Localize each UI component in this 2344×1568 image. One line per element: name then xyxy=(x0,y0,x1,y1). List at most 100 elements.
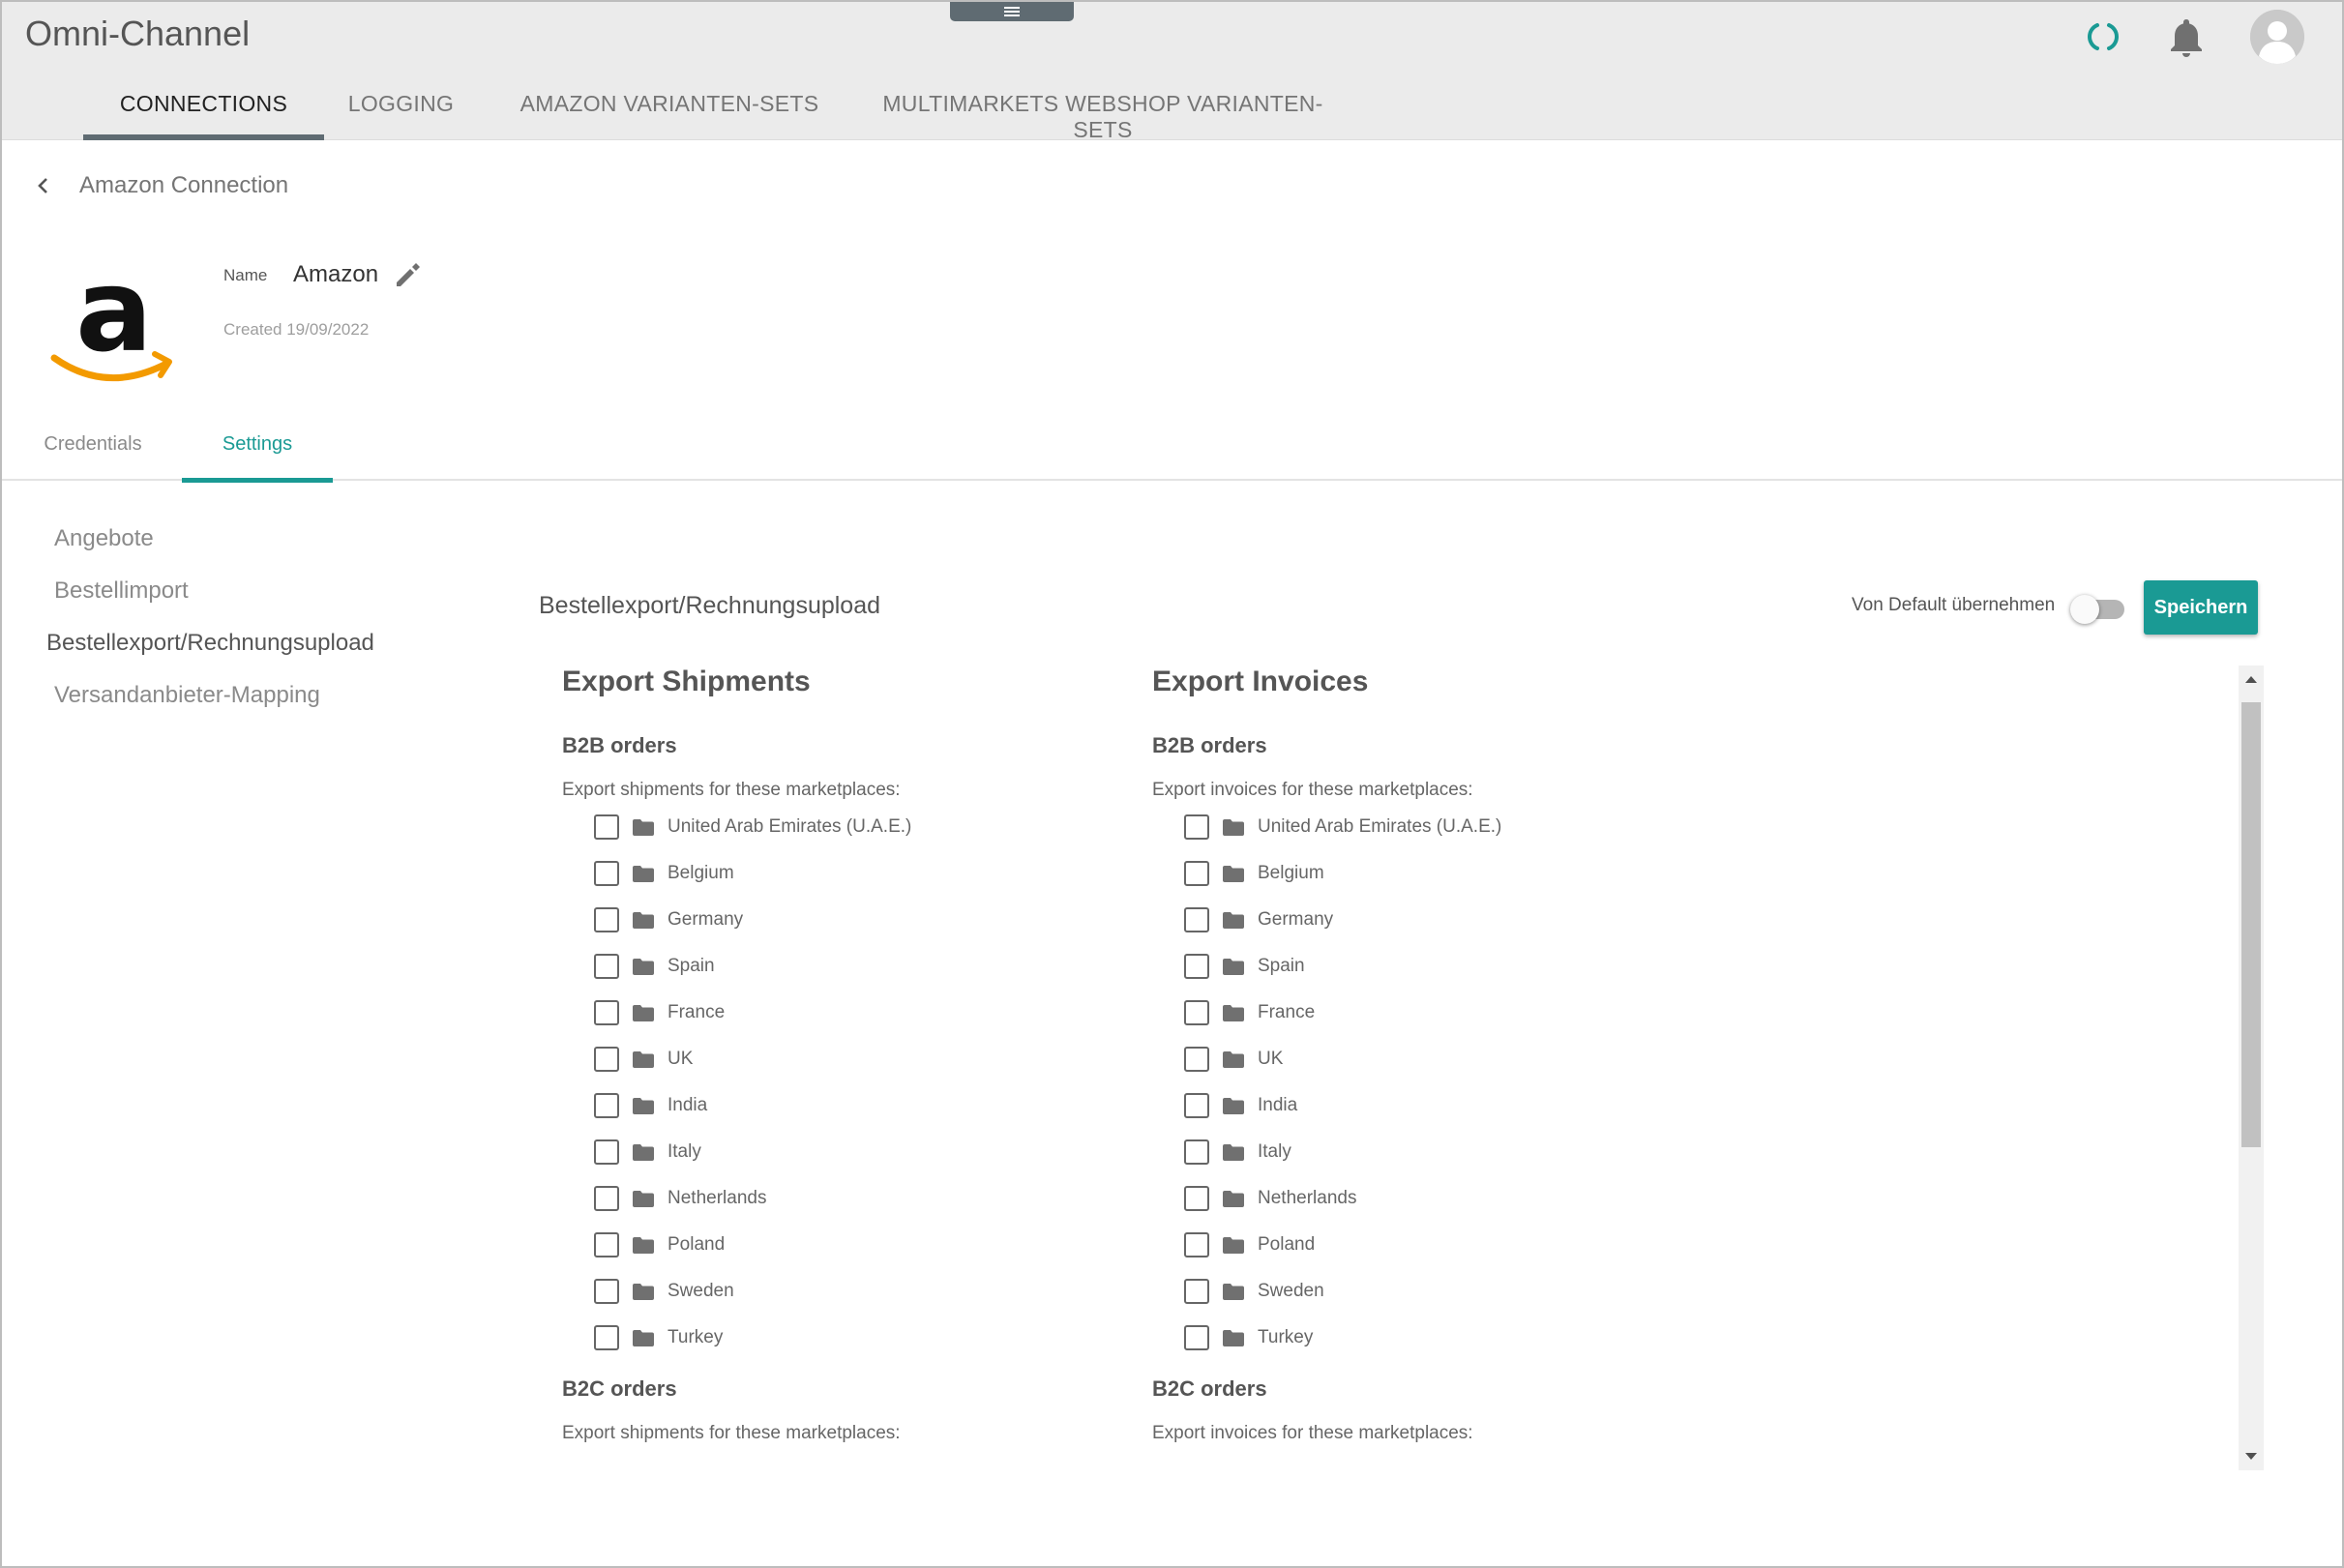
marketplace-row[interactable]: United Arab Emirates (U.A.E.) xyxy=(562,804,1142,850)
marketplace-row[interactable]: Italy xyxy=(1152,1129,1733,1175)
marketplace-row[interactable]: Sweden xyxy=(1152,1268,1733,1315)
breadcrumb-label[interactable]: Amazon Connection xyxy=(79,172,288,199)
section-title: Bestellexport/Rechnungsupload xyxy=(539,592,881,619)
side-nav-item-versandanbieter-mapping[interactable]: Versandanbieter-Mapping xyxy=(54,677,374,729)
tab-settings[interactable]: Settings xyxy=(182,418,333,483)
marketplace-checkbox[interactable] xyxy=(594,814,619,840)
marketplace-checkbox[interactable] xyxy=(1184,907,1209,932)
marketplace-row[interactable]: India xyxy=(1152,1082,1733,1129)
folder-icon xyxy=(1223,818,1244,836)
marketplace-checkbox[interactable] xyxy=(1184,814,1209,840)
marketplace-checkbox[interactable] xyxy=(594,861,619,886)
marketplace-checkbox[interactable] xyxy=(594,907,619,932)
marketplace-checkbox[interactable] xyxy=(594,1186,619,1211)
marketplace-row[interactable]: UK xyxy=(562,1036,1142,1082)
side-nav-item-angebote[interactable]: Angebote xyxy=(54,520,374,573)
scroll-up-arrow-icon[interactable] xyxy=(2245,676,2257,683)
marketplace-checkbox[interactable] xyxy=(1184,1000,1209,1025)
folder-icon xyxy=(1223,1329,1244,1346)
marketplace-row[interactable]: Turkey xyxy=(562,1315,1142,1361)
marketplace-checkbox[interactable] xyxy=(1184,1186,1209,1211)
marketplace-row[interactable]: Belgium xyxy=(1152,850,1733,897)
marketplace-row[interactable]: Poland xyxy=(562,1222,1142,1268)
folder-icon xyxy=(633,1143,654,1161)
side-nav-item-bestellexport-rechnungsupload[interactable]: Bestellexport/Rechnungsupload xyxy=(46,625,374,677)
group-description: Export invoices for these marketplaces: xyxy=(1152,780,1473,800)
marketplace-checkbox[interactable] xyxy=(1184,1279,1209,1304)
marketplace-name: Netherlands xyxy=(668,1188,767,1208)
edit-pencil-icon[interactable] xyxy=(393,261,422,290)
marketplace-checkbox[interactable] xyxy=(1184,954,1209,979)
marketplace-row[interactable]: India xyxy=(562,1082,1142,1129)
bell-icon[interactable] xyxy=(2167,15,2206,58)
marketplace-row[interactable]: Poland xyxy=(1152,1222,1733,1268)
default-toggle-label: Von Default übernehmen xyxy=(1852,595,2056,615)
marketplace-row[interactable]: Spain xyxy=(562,943,1142,990)
tab-credentials[interactable]: Credentials xyxy=(25,418,161,481)
marketplace-row[interactable]: Turkey xyxy=(1152,1315,1733,1361)
default-toggle-switch[interactable] xyxy=(2070,595,2124,624)
marketplace-checkbox[interactable] xyxy=(594,1325,619,1350)
export-settings-panel: Export Shipments B2B orders Export shipmen… xyxy=(539,660,2261,1470)
tab-logging[interactable]: LOGGING xyxy=(324,79,478,140)
folder-icon xyxy=(633,1236,654,1254)
tab-multimarkets-webshop-varianten-sets[interactable]: MULTIMARKETS WEBSHOP VARIANTEN-SETS xyxy=(861,79,1345,142)
back-chevron-icon[interactable] xyxy=(33,175,54,196)
group-description: Export shipments for these marketplaces: xyxy=(562,780,901,800)
marketplace-checkbox[interactable] xyxy=(594,1093,619,1118)
marketplace-name: UK xyxy=(1258,1049,1284,1069)
vertical-scrollbar[interactable] xyxy=(2239,666,2264,1470)
marketplace-row[interactable]: Netherlands xyxy=(1152,1175,1733,1222)
marketplace-checkbox[interactable] xyxy=(594,1047,619,1072)
marketplace-checkbox[interactable] xyxy=(1184,861,1209,886)
marketplace-name: Spain xyxy=(668,956,715,976)
user-avatar-icon[interactable] xyxy=(2250,10,2304,64)
menu-handle[interactable] xyxy=(950,2,1074,21)
marketplace-checkbox[interactable] xyxy=(1184,1047,1209,1072)
marketplace-row[interactable]: United Arab Emirates (U.A.E.) xyxy=(1152,804,1733,850)
marketplace-name: Netherlands xyxy=(1258,1188,1357,1208)
marketplace-row[interactable]: Germany xyxy=(562,897,1142,943)
marketplace-row[interactable]: Italy xyxy=(562,1129,1142,1175)
marketplace-row[interactable]: UK xyxy=(1152,1036,1733,1082)
marketplace-row[interactable]: Belgium xyxy=(562,850,1142,897)
marketplace-name: Germany xyxy=(668,909,744,930)
folder-icon xyxy=(1223,1050,1244,1068)
marketplace-name: Italy xyxy=(1258,1141,1291,1162)
group-title: B2B orders xyxy=(562,733,677,757)
tab-amazon-varianten-sets[interactable]: AMAZON VARIANTEN-SETS xyxy=(517,79,822,140)
folder-icon xyxy=(633,1190,654,1207)
marketplace-checkbox[interactable] xyxy=(594,954,619,979)
marketplace-row[interactable]: France xyxy=(562,990,1142,1036)
hamburger-icon xyxy=(1004,11,1020,13)
marketplace-checkbox[interactable] xyxy=(1184,1232,1209,1257)
marketplace-checkbox[interactable] xyxy=(1184,1093,1209,1118)
save-button[interactable]: Speichern xyxy=(2144,580,2258,635)
marketplace-row[interactable]: Germany xyxy=(1152,897,1733,943)
marketplace-checkbox[interactable] xyxy=(1184,1139,1209,1165)
scroll-down-arrow-icon[interactable] xyxy=(2245,1453,2257,1460)
column-title: Export Invoices xyxy=(1152,666,1369,697)
marketplace-name: Belgium xyxy=(668,863,734,883)
folder-icon xyxy=(633,1283,654,1300)
side-nav-item-bestellimport[interactable]: Bestellimport xyxy=(54,573,374,625)
marketplace-checkbox[interactable] xyxy=(594,1279,619,1304)
app-title: Omni-Channel xyxy=(25,14,251,53)
folder-icon xyxy=(633,865,654,882)
folder-icon xyxy=(633,911,654,929)
marketplace-checkbox[interactable] xyxy=(594,1139,619,1165)
marketplace-row[interactable]: Sweden xyxy=(562,1268,1142,1315)
folder-icon xyxy=(1223,1004,1244,1021)
marketplace-row[interactable]: France xyxy=(1152,990,1733,1036)
marketplace-checkbox[interactable] xyxy=(594,1000,619,1025)
marketplace-checkbox[interactable] xyxy=(1184,1325,1209,1350)
folder-icon xyxy=(633,1097,654,1114)
marketplace-checkbox[interactable] xyxy=(594,1232,619,1257)
marketplace-row[interactable]: Netherlands xyxy=(562,1175,1142,1222)
sync-icon[interactable] xyxy=(2084,17,2122,56)
marketplace-row[interactable]: Spain xyxy=(1152,943,1733,990)
breadcrumb: Amazon Connection xyxy=(33,172,288,199)
tab-connections[interactable]: CONNECTIONS xyxy=(83,79,324,140)
scroll-thumb[interactable] xyxy=(2241,702,2261,1147)
